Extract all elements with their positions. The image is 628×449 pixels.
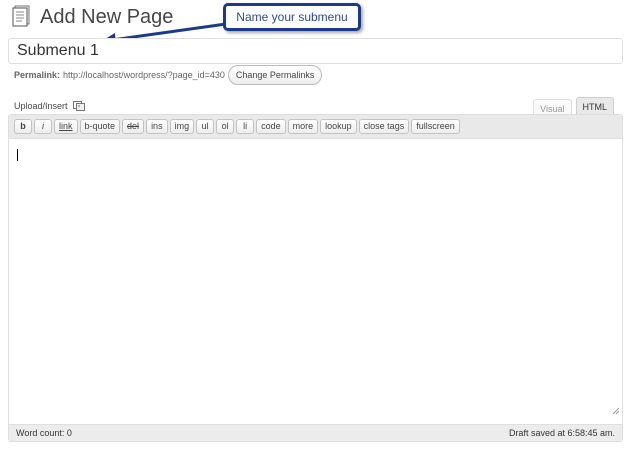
permalink-url: http://localhost/wordpress/?page_id=430 bbox=[63, 70, 225, 80]
pages-icon bbox=[12, 5, 30, 27]
upload-insert-label: Upload/Insert bbox=[14, 101, 68, 111]
quicktag-close-tags-button[interactable]: close tags bbox=[358, 119, 410, 134]
page-title: Add New Page bbox=[40, 6, 174, 28]
quicktag-del-button[interactable]: del bbox=[122, 119, 145, 134]
quicktag-ins-button[interactable]: ins bbox=[146, 119, 168, 134]
change-permalinks-button[interactable]: Change Permalinks bbox=[227, 65, 323, 85]
callout-text: Name your submenu bbox=[236, 10, 348, 24]
quicktag-lookup-button[interactable]: lookup bbox=[320, 119, 357, 134]
add-new-page-screen: Add New Page Name your submenu Permalink… bbox=[0, 0, 628, 449]
quicktag-link-button[interactable]: link bbox=[54, 119, 78, 134]
page-title-input[interactable] bbox=[8, 38, 623, 64]
quicktag-code-button[interactable]: code bbox=[256, 119, 286, 134]
content-textarea[interactable] bbox=[9, 139, 622, 417]
resize-grip-icon[interactable] bbox=[612, 407, 620, 415]
quicktag-bquote-button[interactable]: b-quote bbox=[79, 119, 121, 134]
quicktag-italic-button[interactable]: i bbox=[34, 119, 52, 134]
permalink-label: Permalink: bbox=[14, 70, 61, 80]
editor-status-bar: Word count: 0 Draft saved at 6:58:45 am. bbox=[9, 424, 622, 441]
content-editor: b i link b-quote del ins img ul ol li co… bbox=[8, 114, 623, 442]
quicktag-fullscreen-button[interactable]: fullscreen bbox=[411, 119, 460, 134]
draft-saved-status: Draft saved at 6:58:45 am. bbox=[508, 428, 615, 438]
quicktag-bold-button[interactable]: b bbox=[14, 119, 32, 134]
quicktag-ol-button[interactable]: ol bbox=[216, 119, 235, 134]
permalink-row: Permalink: http://localhost/wordpress/?p… bbox=[14, 65, 323, 85]
quicktag-img-button[interactable]: img bbox=[169, 119, 195, 134]
quicktag-ul-button[interactable]: ul bbox=[196, 119, 215, 134]
upload-insert[interactable]: Upload/Insert bbox=[14, 101, 85, 111]
media-icon[interactable] bbox=[72, 101, 85, 111]
callout-box: Name your submenu bbox=[223, 3, 361, 31]
word-count: Word count: 0 bbox=[16, 428, 72, 438]
quicktags-toolbar: b i link b-quote del ins img ul ol li co… bbox=[9, 115, 622, 139]
text-caret bbox=[17, 149, 18, 161]
quicktag-li-button[interactable]: li bbox=[236, 119, 255, 134]
quicktag-more-button[interactable]: more bbox=[287, 119, 319, 134]
